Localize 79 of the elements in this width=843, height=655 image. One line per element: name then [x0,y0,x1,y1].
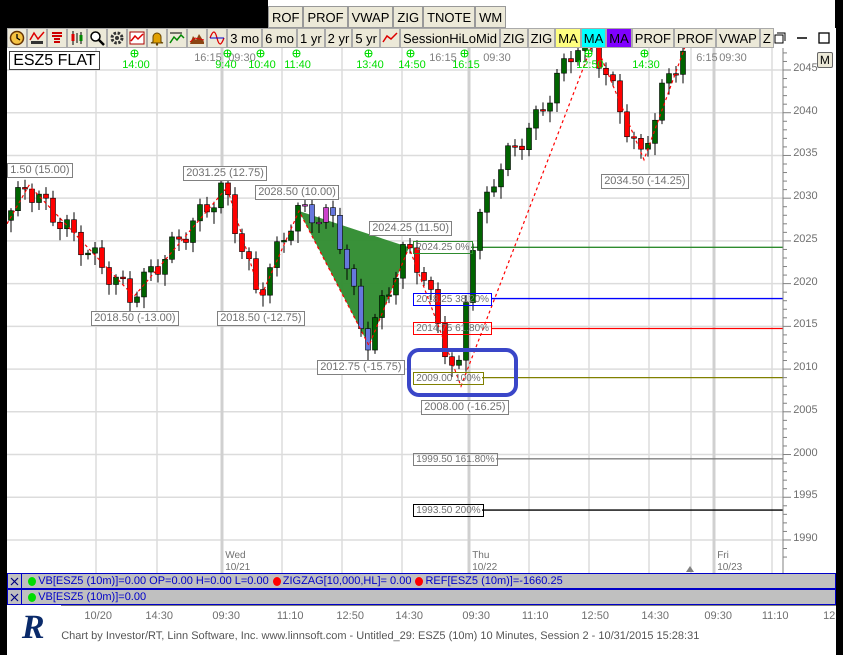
date-label: 10/23 [717,562,742,573]
indicator-value: VB[ESZ5 (10m)]=0.00 OP=0.00 H=0.00 L=0.00 [38,575,269,587]
swing-label: 2012.75 (-15.75) [317,360,405,375]
time-tick: 12:50 [336,610,364,622]
day-label: Fri [717,550,730,562]
session-time: 09:30 [483,52,511,64]
time-tick: 12:50 [581,610,609,622]
chart-tab[interactable]: ZIG [393,6,424,28]
range-button[interactable]: 3 mo [227,28,262,48]
marker-time: 14:50 [398,59,426,71]
footer-text: Chart by Investor/RT, Linn Software, Inc. www.linnsoft.com - Untitled_29: ESZ5 (10m) 10 Minutes, Session 2 - 10/31/2015 15:28:31 [61,629,700,642]
price-tick: 1990 [793,532,818,544]
study-button[interactable]: MA [580,28,606,48]
price-tick: 2025 [793,232,818,245]
chart-tab[interactable]: TNOTE [423,6,476,28]
date-label: 10/22 [472,562,498,573]
time-tick: 10/20 [84,610,112,622]
indicator-value: ZIGZAG[10,000,HL]= 0.00 [282,575,412,587]
study-button[interactable]: VWAP [716,28,760,48]
swing-label: 2028.50 (10.00) [255,185,339,200]
time-tick: 14:30 [145,610,173,622]
price-tick: 2035 [793,147,818,160]
time-tick: 09:30 [212,610,240,622]
range-button[interactable]: 6 mo [262,28,297,48]
chart-tab[interactable]: WM [475,6,506,28]
study-button[interactable]: MA [555,28,581,48]
marker-time: 11:40 [284,59,311,71]
date-label: 10/21 [225,562,250,573]
indicator-value: VB[ESZ5 (10m)]=0.00 [38,591,146,603]
marker-time: 10:40 [248,59,276,71]
price-tick: 2015 [793,318,818,330]
study-button[interactable]: ZIG [528,28,556,48]
price-tick: 2045 [793,62,818,74]
time-tick: 09:30 [704,610,732,622]
study-button[interactable]: SessionHiLoMid [400,28,500,48]
range-button[interactable]: 2 yr [324,28,352,48]
marker-time: 14:30 [632,59,660,71]
session-time: 09:30 [719,52,747,64]
chart-tab[interactable]: ROF [268,6,304,28]
price-tick: 2005 [793,404,818,416]
indicator-value: REF[ESZ5 (10m)]=-1660.25 [425,575,563,587]
time-tick: 09:30 [462,610,490,622]
price-tick: 2000 [793,446,818,459]
study-button[interactable]: Z [760,28,774,48]
range-button[interactable]: 1 yr [297,28,325,48]
swing-label: 2018.50 (-13.00) [91,311,179,326]
swing-label: 2031.25 (12.75) [183,166,267,181]
time-tick: 12 [823,610,836,622]
price-tick: 2020 [793,276,818,288]
time-tick: 14:30 [641,610,669,622]
marker-time: 13:40 [356,59,384,71]
study-button[interactable]: PROF [632,28,674,48]
fib-level-label: 1999.50 161.80% [413,452,498,466]
time-tick: 11:10 [762,610,789,622]
price-tick: 2030 [793,190,818,202]
symbol-label: ESZ5 FLAT [9,51,100,70]
range-button[interactable]: 5 yr [352,28,380,48]
chart-tab[interactable]: VWAP [348,6,394,28]
day-label: Thu [472,550,490,562]
swing-label: 2024.25 (11.50) [369,221,452,236]
time-tick: 14:30 [395,610,423,622]
time-tick: 11:10 [276,610,304,622]
m-button[interactable]: M [816,52,833,68]
study-button[interactable]: PROF [674,28,716,48]
marker-time: 14:00 [122,59,150,71]
swing-label: 2008.00 (-16.25) [421,400,509,415]
price-tick: 1995 [793,489,818,502]
swing-label: 2034.50 (-14.25) [601,174,689,189]
study-button[interactable]: ZIG [500,28,528,48]
fib-level-label: 1993.50 200% [413,504,484,518]
swing-label: 1.50 (15.00) [7,163,73,178]
session-time: 6:15 [696,52,718,64]
marker-time: 16:15 [452,59,480,71]
price-tick: 2010 [793,361,818,374]
chart-tab[interactable]: PROF [303,6,348,28]
price-tick: 2040 [793,104,818,117]
day-label: Wed [225,550,247,562]
time-tick: 11:10 [522,610,549,622]
swing-label: 2018.50 (-12.75) [217,311,305,326]
